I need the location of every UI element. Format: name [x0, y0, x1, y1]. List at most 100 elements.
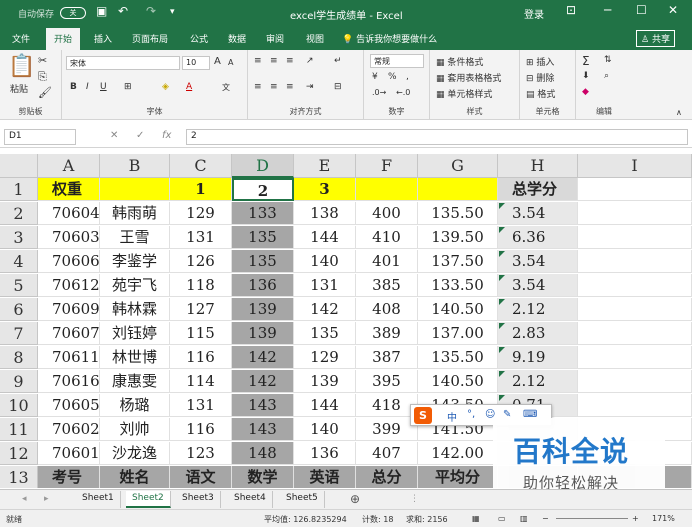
cell-d5[interactable]: 136	[232, 274, 294, 297]
align-bottom-icon[interactable]: ≡	[286, 56, 294, 66]
format-cells-button[interactable]: ▤ 格式	[526, 87, 555, 100]
cell-d12[interactable]: 148	[232, 442, 294, 465]
cell-g8[interactable]: 135.50	[418, 346, 498, 369]
cell-i10[interactable]	[578, 394, 692, 417]
customize-qat-icon[interactable]: ▾	[170, 7, 175, 17]
tab-data[interactable]: 数据	[228, 32, 246, 45]
cell-h4[interactable]: 3.54	[498, 250, 578, 273]
enter-icon[interactable]: ✓	[136, 130, 144, 141]
cancel-icon[interactable]: ✕	[110, 130, 118, 141]
cell-f8[interactable]: 387	[356, 346, 418, 369]
zoom-level[interactable]: 171%	[652, 514, 675, 523]
select-all-corner[interactable]	[0, 154, 38, 178]
cell-h7[interactable]: 2.83	[498, 322, 578, 345]
sheet-tab[interactable]: Sheet5	[280, 491, 325, 508]
wrap-text-icon[interactable]: ↵	[334, 56, 342, 66]
cell-e6[interactable]: 142	[294, 298, 356, 321]
cell-a4[interactable]: 70606	[38, 250, 100, 273]
row-header[interactable]: 2	[0, 202, 38, 225]
sogou-logo-icon[interactable]: S	[414, 407, 432, 424]
cell-b13[interactable]: 姓名	[100, 466, 170, 488]
normal-view-icon[interactable]: ▦	[472, 514, 480, 523]
cell-i2[interactable]	[578, 202, 692, 225]
cell-f10[interactable]: 418	[356, 394, 418, 417]
sheet-tab[interactable]: Sheet3	[176, 491, 221, 508]
cell-h5[interactable]: 3.54	[498, 274, 578, 297]
cell-d10[interactable]: 143	[232, 394, 294, 417]
column-header-b[interactable]: B	[100, 154, 170, 178]
cell-f11[interactable]: 399	[356, 418, 418, 441]
cell-g12[interactable]: 142.00	[418, 442, 498, 465]
cell-f9[interactable]: 395	[356, 370, 418, 393]
cell-a2[interactable]: 70604	[38, 202, 100, 225]
cell-b11[interactable]: 刘帅	[100, 418, 170, 441]
row-header[interactable]: 12	[0, 442, 38, 465]
cell-c1[interactable]: 1	[170, 178, 232, 201]
phonetic-icon[interactable]: 文	[222, 82, 230, 93]
cell-d6[interactable]: 139	[232, 298, 294, 321]
cell-b10[interactable]: 杨璐	[100, 394, 170, 417]
insert-function-icon[interactable]: fx	[162, 130, 171, 141]
column-header-g[interactable]: G	[418, 154, 498, 178]
maximize-icon[interactable]: ☐	[636, 3, 647, 17]
cell-e7[interactable]: 135	[294, 322, 356, 345]
align-right-icon[interactable]: ≡	[286, 82, 294, 92]
sheet-tab[interactable]: Sheet4	[228, 491, 273, 508]
font-name-select[interactable]: 宋体	[66, 56, 180, 70]
cell-g2[interactable]: 135.50	[418, 202, 498, 225]
fill-color-icon[interactable]: ◈	[162, 82, 169, 92]
merge-center-icon[interactable]: ⊟	[334, 82, 342, 92]
cell-c5[interactable]: 118	[170, 274, 232, 297]
cell-d3[interactable]: 135	[232, 226, 294, 249]
cell-d2[interactable]: 133	[232, 202, 294, 225]
sheet-tab[interactable]: Sheet1	[76, 491, 121, 508]
cell-f4[interactable]: 401	[356, 250, 418, 273]
cell-d4[interactable]: 135	[232, 250, 294, 273]
next-sheet-icon[interactable]: ▸	[44, 494, 49, 504]
cell-a5[interactable]: 70612	[38, 274, 100, 297]
cell-f5[interactable]: 385	[356, 274, 418, 297]
cell-a9[interactable]: 70616	[38, 370, 100, 393]
cell-a7[interactable]: 70607	[38, 322, 100, 345]
cell-i6[interactable]	[578, 298, 692, 321]
tab-review[interactable]: 审阅	[266, 32, 284, 45]
cell-f2[interactable]: 400	[356, 202, 418, 225]
cell-b5[interactable]: 苑宇飞	[100, 274, 170, 297]
cell-b8[interactable]: 林世博	[100, 346, 170, 369]
cell-d9[interactable]: 142	[232, 370, 294, 393]
align-middle-icon[interactable]: ≡	[270, 56, 278, 66]
cell-a8[interactable]: 70611	[38, 346, 100, 369]
cell-e11[interactable]: 140	[294, 418, 356, 441]
cell-a13[interactable]: 考号	[38, 466, 100, 488]
cell-a10[interactable]: 70605	[38, 394, 100, 417]
bold-icon[interactable]: B	[70, 82, 77, 92]
cell-g3[interactable]: 139.50	[418, 226, 498, 249]
increase-decimal-icon[interactable]: .0→	[372, 88, 386, 97]
cell-i5[interactable]	[578, 274, 692, 297]
page-layout-view-icon[interactable]: ▭	[498, 514, 506, 523]
percent-icon[interactable]: %	[388, 72, 397, 82]
cell-b1[interactable]	[100, 178, 170, 201]
cell-a11[interactable]: 70602	[38, 418, 100, 441]
fill-icon[interactable]: ⬇	[582, 71, 590, 81]
italic-icon[interactable]: I	[86, 82, 89, 92]
cell-i1[interactable]	[578, 178, 692, 201]
cell-g13[interactable]: 平均分	[418, 466, 498, 488]
share-button[interactable]: ♙ 共享	[636, 30, 675, 47]
close-icon[interactable]: ✕	[668, 3, 678, 17]
tab-page-layout[interactable]: 页面布局	[132, 32, 168, 45]
cell-d7[interactable]: 139	[232, 322, 294, 345]
cell-h1[interactable]: 总学分	[498, 178, 578, 201]
column-header-d[interactable]: D	[232, 154, 294, 178]
cell-h6[interactable]: 2.12	[498, 298, 578, 321]
cell-c8[interactable]: 116	[170, 346, 232, 369]
column-header-f[interactable]: F	[356, 154, 418, 178]
autosave-toggle[interactable]: 关	[60, 7, 86, 19]
grow-font-icon[interactable]: A	[214, 56, 221, 67]
undo-icon[interactable]: ↶	[118, 4, 128, 18]
cell-i8[interactable]	[578, 346, 692, 369]
cell-e12[interactable]: 136	[294, 442, 356, 465]
minimize-icon[interactable]: ─	[604, 3, 611, 17]
cell-e9[interactable]: 139	[294, 370, 356, 393]
cell-b7[interactable]: 刘钰婷	[100, 322, 170, 345]
